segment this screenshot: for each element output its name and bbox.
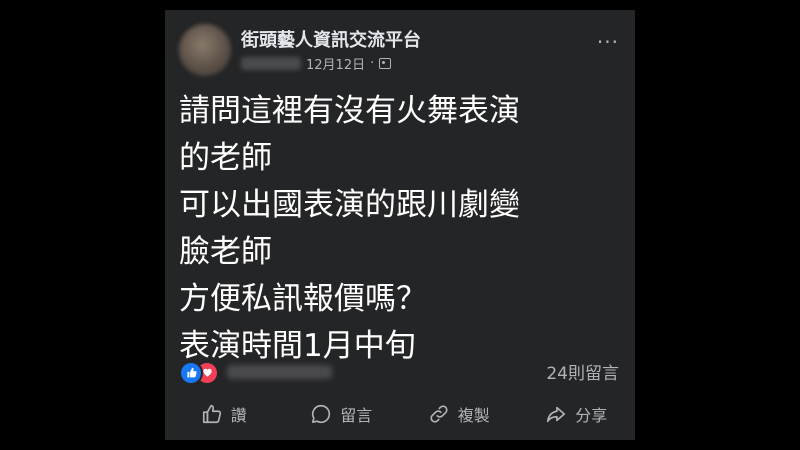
audience-icon <box>379 58 392 69</box>
copy-button[interactable]: 複製 <box>400 396 518 432</box>
reactions-summary: 24則留言 <box>179 358 619 385</box>
post-text-line: 臉老師 <box>179 234 272 270</box>
like-button[interactable]: 讚 <box>165 396 283 432</box>
group-name[interactable]: 街頭藝人資訊交流平台 <box>241 26 421 52</box>
like-label: 讚 <box>230 406 247 425</box>
post-text-line: 的老師 <box>179 140 272 176</box>
post-actions: 讚 留言 複製 分享 <box>165 396 635 432</box>
copy-label: 複製 <box>457 406 490 425</box>
thumbs-up-icon <box>202 404 221 424</box>
share-label: 分享 <box>575 406 608 425</box>
post-date[interactable]: 12月12日 <box>306 54 365 73</box>
more-options-button[interactable]: ··· <box>597 32 619 52</box>
post-card: 街頭藝人資訊交流平台 12月12日 · ··· 請問這裡有沒有火舞表演 的老師 … <box>165 10 635 440</box>
post-text-line: 方便私訊報價嗎？ <box>179 281 427 317</box>
comment-bubble-icon <box>312 404 331 424</box>
thumbs-up-icon[interactable] <box>179 361 203 385</box>
post-text-line: 可以出國表演的跟川劇變 <box>179 187 520 223</box>
post-text-line: 請問這裡有沒有火舞表演 <box>179 93 520 129</box>
comment-count[interactable]: 24則留言 <box>546 359 619 384</box>
post-meta: 12月12日 · <box>241 54 392 73</box>
link-icon <box>430 405 448 423</box>
blurred-reactor-names[interactable] <box>227 365 332 379</box>
comment-button[interactable]: 留言 <box>283 396 401 432</box>
avatar[interactable] <box>179 24 231 76</box>
comment-label: 留言 <box>340 406 373 425</box>
share-button[interactable]: 分享 <box>518 396 636 432</box>
blurred-author-name[interactable] <box>241 57 301 70</box>
meta-separator: · <box>370 56 375 71</box>
post-body: 請問這裡有沒有火舞表演 的老師 可以出國表演的跟川劇變 臉老師 方便私訊報價嗎？… <box>179 88 624 370</box>
more-dots-icon: ··· <box>596 30 619 54</box>
share-arrow-icon <box>547 406 566 423</box>
